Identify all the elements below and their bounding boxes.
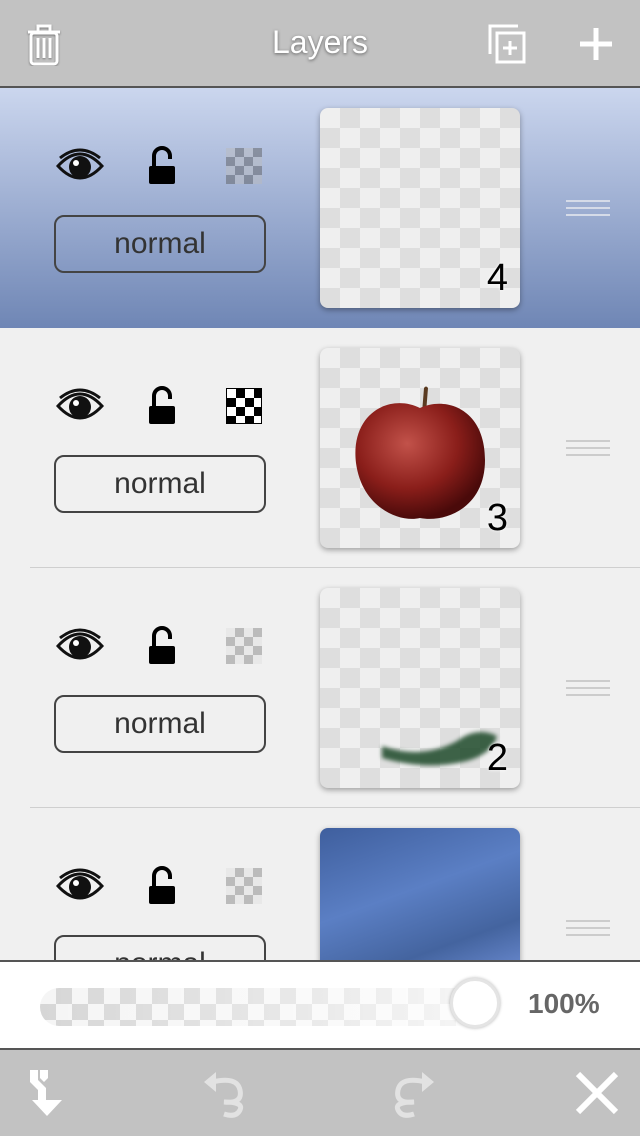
- blend-mode-button[interactable]: normal: [54, 455, 266, 513]
- opacity-slider-track[interactable]: [40, 988, 490, 1026]
- layer-number: 2: [486, 737, 508, 779]
- unlocked-lock-icon[interactable]: [146, 386, 178, 426]
- blend-mode-button[interactable]: normal: [54, 695, 266, 753]
- close-icon[interactable]: [572, 1068, 622, 1118]
- merge-down-icon[interactable]: [22, 1068, 72, 1118]
- layer-thumbnail[interactable]: 2: [320, 588, 520, 788]
- drag-handle[interactable]: [566, 440, 610, 456]
- layer-thumbnail[interactable]: 3: [320, 348, 520, 548]
- blend-mode-button[interactable]: normal: [54, 215, 266, 273]
- blend-mode-button[interactable]: normal: [54, 935, 266, 960]
- visibility-eye-icon[interactable]: [56, 868, 104, 904]
- alpha-lock-icon[interactable]: [226, 388, 262, 424]
- alpha-lock-icon[interactable]: [226, 868, 262, 904]
- layer-row-2[interactable]: normal 2: [0, 568, 640, 808]
- drag-handle[interactable]: [566, 200, 610, 216]
- header-bar: Layers: [0, 0, 640, 88]
- bottom-toolbar: [0, 1050, 640, 1136]
- layer-number: 3: [486, 497, 508, 539]
- unlocked-lock-icon[interactable]: [146, 866, 178, 906]
- visibility-eye-icon[interactable]: [56, 148, 104, 184]
- layer-thumbnail[interactable]: 4: [320, 108, 520, 308]
- unlocked-lock-icon[interactable]: [146, 146, 178, 186]
- alpha-lock-icon[interactable]: [226, 628, 262, 664]
- layer-thumbnail[interactable]: [320, 828, 520, 960]
- opacity-panel: 100%: [0, 960, 640, 1050]
- drag-handle[interactable]: [566, 920, 610, 936]
- page-title: Layers: [271, 24, 369, 60]
- layer-number: 4: [486, 257, 508, 299]
- drag-handle[interactable]: [566, 680, 610, 696]
- layer-row-3[interactable]: normal 3: [0, 328, 640, 568]
- plus-icon[interactable]: [574, 22, 618, 66]
- duplicate-layer-icon[interactable]: [486, 22, 530, 66]
- layer-list[interactable]: normal 4 normal 3 normal 2 normal: [0, 88, 640, 960]
- redo-icon[interactable]: [386, 1068, 436, 1118]
- opacity-value: 100%: [528, 988, 600, 1019]
- layer-row-1[interactable]: normal: [0, 808, 640, 960]
- undo-icon[interactable]: [202, 1068, 252, 1118]
- unlocked-lock-icon[interactable]: [146, 626, 178, 666]
- opacity-slider-knob[interactable]: [450, 978, 500, 1028]
- alpha-lock-icon[interactable]: [226, 148, 262, 184]
- layer-row-4[interactable]: normal 4: [0, 88, 640, 328]
- visibility-eye-icon[interactable]: [56, 388, 104, 424]
- visibility-eye-icon[interactable]: [56, 628, 104, 664]
